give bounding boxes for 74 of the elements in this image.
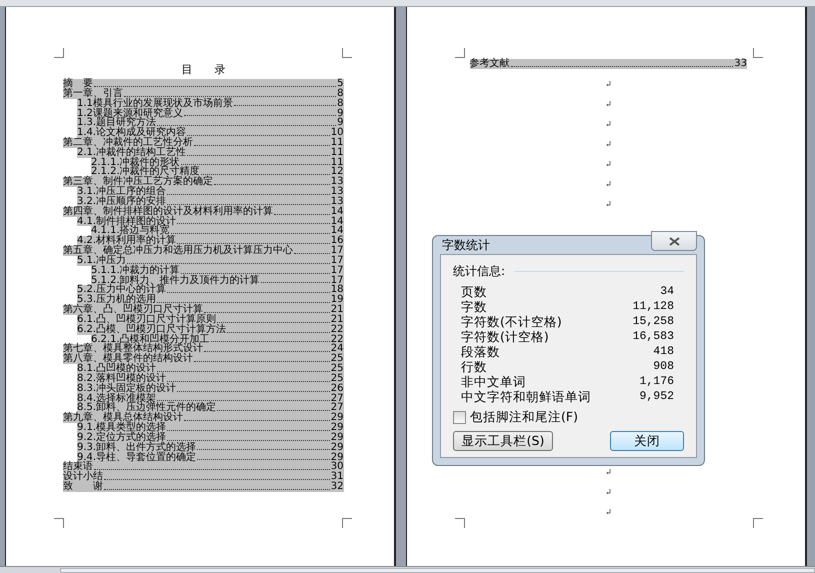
stat-value: 908 <box>653 359 674 374</box>
toc-entry[interactable]: 第一章、引言 8 <box>63 88 344 99</box>
toc-entry[interactable]: 第四章、制件排样图的设计及材料利用率的计算 14 <box>63 206 344 217</box>
paragraph-mark-icon <box>606 80 611 87</box>
toc-entry[interactable]: 6.2.1.凸模和凹模分开加工 22 <box>91 334 344 344</box>
close-icon <box>668 236 680 246</box>
dialog-button[interactable]: 显示工具栏(S) <box>453 431 553 451</box>
toc-entry[interactable]: 2.1.冲裁件的结构工艺性 11 <box>77 148 344 158</box>
toc-entry[interactable]: 5.1.冲压力 17 <box>77 256 344 266</box>
toc-entry[interactable]: 3.2.冲压顺序的安排 13 <box>77 196 344 207</box>
crop-mark <box>753 518 763 528</box>
dialog-button[interactable]: 关闭 <box>610 431 684 451</box>
stat-value: 34 <box>660 284 674 299</box>
paragraph-mark-icon <box>606 120 611 127</box>
crop-mark <box>342 518 352 528</box>
toc-entry[interactable]: 设计小结 31 <box>63 472 344 482</box>
group-label: 统计信息: <box>453 263 506 280</box>
paragraph-mark-icon <box>606 508 611 515</box>
crop-mark <box>753 48 763 58</box>
crop-mark <box>54 48 64 58</box>
toc-entry[interactable]: 9.1.模具类型的选择 29 <box>77 422 344 433</box>
paragraph-mark-icon <box>606 180 611 187</box>
toc-entry[interactable]: 3.1.冲压工序的组合 13 <box>77 187 344 197</box>
stat-label: 段落数 <box>461 344 500 359</box>
toc-entry[interactable]: 9.3.卸料、出件方式的选择 29 <box>77 442 344 452</box>
toc-entry[interactable]: 8.1.凸凹模的设计 25 <box>77 364 344 374</box>
toc-entry[interactable]: 1.2课题来源和研究意义 9 <box>77 108 344 118</box>
toc-entry[interactable]: 1.1模具行业的发展现状及市场前景 8 <box>77 98 344 108</box>
crop-mark <box>454 518 464 528</box>
crop-mark <box>454 48 464 58</box>
paragraph-mark-icon <box>606 200 611 207</box>
toc-entry[interactable]: 9.2.定位方式的选择 29 <box>77 432 344 443</box>
crop-mark <box>342 48 352 58</box>
stat-value: 9,952 <box>639 389 674 404</box>
stat-label: 页数 <box>461 284 487 299</box>
toc-entry[interactable]: 5.1.2.卸料力、推件力及顶件力的计算 17 <box>91 276 344 286</box>
paragraph-mark-icon <box>606 160 611 167</box>
toc-entry[interactable]: 第六章、凸、凹模刃口尺寸计算 21 <box>63 305 344 315</box>
stat-value: 16,583 <box>632 329 674 344</box>
toc-entry[interactable]: 6.2.凸模、凹模刃口尺寸计算方法 22 <box>77 324 344 335</box>
horizontal-scrollbar[interactable] <box>60 568 815 572</box>
toc-entry[interactable]: 1.4.论文构成及研究内容 10 <box>77 128 344 138</box>
stat-value: 418 <box>653 344 674 359</box>
stat-label: 行数 <box>461 359 487 374</box>
checkbox[interactable] <box>453 411 466 424</box>
toc-entry[interactable]: 5.1.1.冲裁力的计算 17 <box>91 266 344 276</box>
stat-value: 1,176 <box>639 374 674 389</box>
toc-entry[interactable]: 致 谢 32 <box>63 482 344 492</box>
dialog-title: 字数统计 <box>441 236 490 254</box>
paragraph-mark-icon <box>606 468 611 475</box>
crop-mark <box>54 518 64 528</box>
toc-heading: 目 录 <box>180 62 226 78</box>
stat-label: 字符数(计空格) <box>461 329 549 344</box>
stat-value: 11,128 <box>632 299 674 314</box>
toc-entry[interactable]: 第二章、冲裁件的工艺性分析 11 <box>63 138 344 148</box>
stat-label: 中文字符和朝鲜语单词 <box>461 389 591 404</box>
toc-entry[interactable]: 摘 要 5 <box>63 79 344 89</box>
checkbox-label: 包括脚注和尾注(F) <box>470 409 578 426</box>
paragraph-mark-icon <box>606 140 611 147</box>
toc-entry[interactable]: 第九章、模具总体结构设计 29 <box>63 413 344 423</box>
stat-label: 非中文单词 <box>461 374 526 389</box>
stat-label: 字数 <box>461 299 487 314</box>
close-button[interactable] <box>651 231 697 251</box>
toc-entry[interactable]: 第五章、确定总冲压力和选用压力机及计算压力中心 17 <box>63 246 344 256</box>
toc-entry[interactable]: 6.1.凸、凹模刃口尺寸计算原则 21 <box>77 314 344 325</box>
toc-entry[interactable]: 8.2.落料凹模的设计 25 <box>77 374 344 384</box>
toc-entry[interactable]: 参考文献 33 <box>470 59 747 69</box>
paragraph-mark-icon <box>606 100 611 107</box>
stat-value: 15,258 <box>632 314 674 329</box>
stat-label: 字符数(不计空格) <box>461 314 562 329</box>
toc-entry[interactable]: 9.4.导柱、导套位置的确定 29 <box>77 452 344 462</box>
toc-entry[interactable]: 4.1.制件排样图的设计 14 <box>77 216 344 226</box>
toc-entry[interactable]: 8.3.冲头固定板的设计 26 <box>77 384 344 394</box>
paragraph-mark-icon <box>606 488 611 495</box>
